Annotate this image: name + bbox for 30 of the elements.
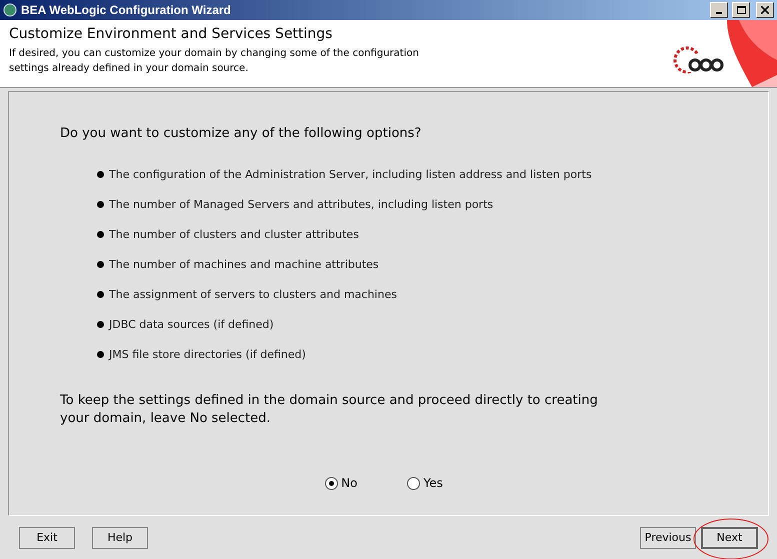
- page-description: If desired, you can customize your domain by changing some of the configuration settings already defined in your domain source.: [9, 47, 420, 76]
- maximize-button[interactable]: [732, 2, 750, 18]
- bullet-icon: [97, 230, 104, 238]
- bullet-icon: [97, 170, 104, 178]
- instruction-text: To keep the settings defined in the domain source and proceed directly to creating your domain, leave No selected.: [60, 392, 599, 428]
- bullet-icon: [97, 290, 104, 298]
- option-text: The assignment of servers to clusters and machines: [109, 288, 397, 300]
- bullet-icon: [97, 320, 104, 328]
- action-button[interactable]: Help: [92, 526, 148, 548]
- action-button[interactable]: Previous: [640, 526, 696, 548]
- bullet-icon: [97, 350, 104, 358]
- option-text: The number of Managed Servers and attributes, including listen ports: [109, 198, 494, 210]
- maximize-icon: [736, 6, 746, 14]
- bullet-icon: [97, 200, 104, 208]
- action-button[interactable]: Next: [701, 526, 758, 548]
- bullet-icon: [97, 260, 104, 268]
- action-button[interactable]: Exit: [19, 526, 75, 548]
- option-text: The configuration of the Administration Server, including listen address and listen ports: [109, 168, 592, 180]
- page-title: Customize Environment and Services Settings: [9, 26, 334, 42]
- close-icon: [761, 6, 769, 14]
- radio-option[interactable]: Yes: [407, 476, 443, 490]
- option-text: The number of machines and machine attributes: [109, 258, 379, 270]
- option-text: JMS file store directories (if defined): [109, 348, 306, 360]
- question-text: Do you want to customize any of the following options?: [60, 126, 422, 141]
- minimize-button[interactable]: [710, 2, 728, 18]
- radio-option[interactable]: No: [325, 476, 358, 490]
- close-button[interactable]: [756, 2, 774, 18]
- option-text: The number of clusters and cluster attributes: [109, 228, 359, 240]
- option-text: JDBC data sources (if defined): [109, 318, 274, 330]
- window-title: BEA WebLogic Configuration Wizard: [21, 3, 232, 17]
